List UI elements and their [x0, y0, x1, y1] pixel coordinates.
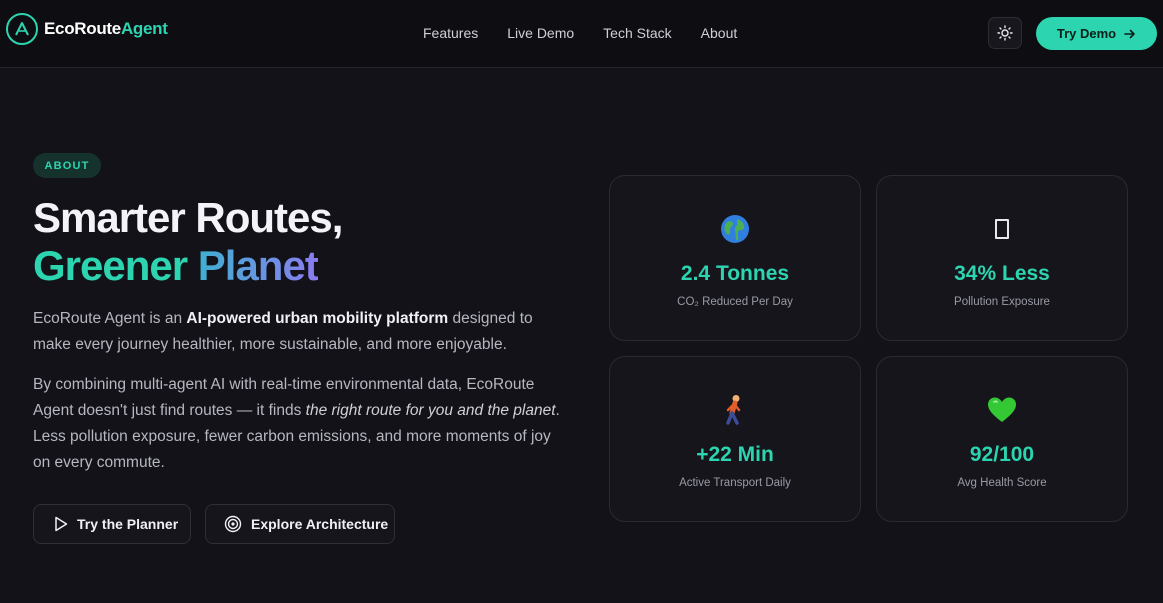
stat-card-co2: 2.4 Tonnes CO₂ Reduced Per Day	[609, 175, 861, 341]
page-title: Smarter Routes, Greener Planet	[33, 194, 343, 290]
globe-icon	[610, 212, 860, 246]
missing-glyph-icon	[877, 212, 1127, 246]
title-word-greener: Greener	[33, 242, 188, 289]
explore-architecture-label: Explore Architecture	[251, 516, 389, 532]
stat-label: CO₂ Reduced Per Day	[677, 296, 793, 308]
green-heart-icon	[877, 393, 1127, 427]
stat-value: 92/100	[969, 443, 1035, 466]
detail-paragraph: By combining multi-agent AI with real-ti…	[33, 372, 563, 476]
brand-logo-link[interactable]: EcoRouteAgent	[6, 13, 168, 45]
intro-text-start: EcoRoute Agent is an	[33, 310, 187, 327]
stat-card-pollution: 34% Less Pollution Exposure	[876, 175, 1128, 341]
nav-live-demo[interactable]: Live Demo	[507, 25, 574, 41]
nav-tech-stack[interactable]: Tech Stack	[603, 25, 671, 41]
nav-features[interactable]: Features	[423, 25, 478, 41]
brand-name-part2: Agent	[120, 19, 168, 38]
play-icon	[54, 516, 68, 532]
try-demo-button[interactable]: Try Demo	[1036, 17, 1157, 50]
stat-card-active-transport: +22 Min Active Transport Daily	[609, 356, 861, 522]
stat-card-health-score: 92/100 Avg Health Score	[876, 356, 1128, 522]
explore-architecture-button[interactable]: Explore Architecture	[205, 504, 395, 544]
walking-person-icon	[610, 393, 860, 427]
title-word-planet: Planet	[197, 242, 319, 289]
brand-name-part1: EcoRoute	[44, 19, 121, 38]
main-nav: Features Live Demo Tech Stack About	[423, 25, 766, 41]
stat-label: Active Transport Daily	[679, 477, 791, 489]
intro-paragraph: EcoRoute Agent is an AI-powered urban mo…	[33, 306, 563, 358]
try-planner-label: Try the Planner	[77, 516, 179, 532]
route-logo-icon	[6, 13, 38, 45]
brand-name: EcoRouteAgent	[44, 19, 168, 39]
top-navbar: EcoRouteAgent Features Live Demo Tech St…	[0, 0, 1163, 68]
stat-value: +22 Min	[696, 443, 774, 466]
intro-text-bold: AI-powered urban mobility platform	[186, 310, 449, 327]
stat-label: Pollution Exposure	[954, 296, 1050, 308]
section-badge: ABOUT	[33, 153, 101, 178]
stat-label: Avg Health Score	[957, 477, 1047, 489]
stat-value: 2.4 Tonnes	[680, 262, 790, 285]
sun-icon	[997, 25, 1013, 41]
target-icon	[224, 515, 242, 533]
theme-toggle-button[interactable]	[988, 17, 1022, 49]
arrow-right-icon	[1124, 28, 1136, 40]
detail-text-italic: the right route for you and the planet	[305, 402, 556, 419]
try-planner-button[interactable]: Try the Planner	[33, 504, 191, 544]
stat-value: 34% Less	[954, 262, 1050, 285]
title-line-2: Greener Planet	[33, 242, 342, 290]
title-line-1: Smarter Routes,	[33, 194, 343, 241]
try-demo-label: Try Demo	[1056, 26, 1117, 41]
nav-about[interactable]: About	[701, 25, 738, 41]
